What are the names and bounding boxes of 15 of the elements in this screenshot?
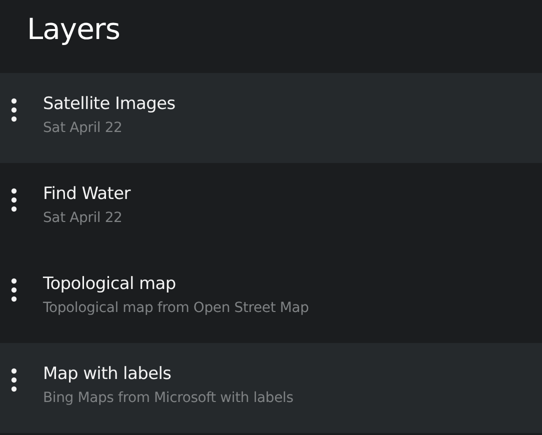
layer-detail: Sat April 22: [43, 210, 124, 226]
drag-handle-icon[interactable]: [11, 368, 17, 392]
layer-item[interactable]: Map with labels Bing Maps from Microsoft with labels: [0, 343, 542, 433]
layer-detail: Sat April 22: [43, 120, 124, 136]
drag-handle-icon[interactable]: [11, 188, 17, 212]
layer-name: Satellite Images: [43, 94, 176, 114]
layer-name: Find Water: [43, 184, 130, 204]
drag-handle-icon[interactable]: [11, 278, 17, 302]
layer-detail: Topological map from Open Street Map: [43, 300, 309, 316]
drag-handle-icon[interactable]: [11, 98, 17, 122]
panel-title: Layers: [27, 12, 120, 46]
layer-detail: Bing Maps from Microsoft with labels: [43, 390, 294, 406]
layer-name: Topological map: [43, 274, 177, 294]
layer-name: Map with labels: [43, 364, 172, 384]
layer-item[interactable]: Satellite Images Sat April 22: [0, 73, 542, 163]
